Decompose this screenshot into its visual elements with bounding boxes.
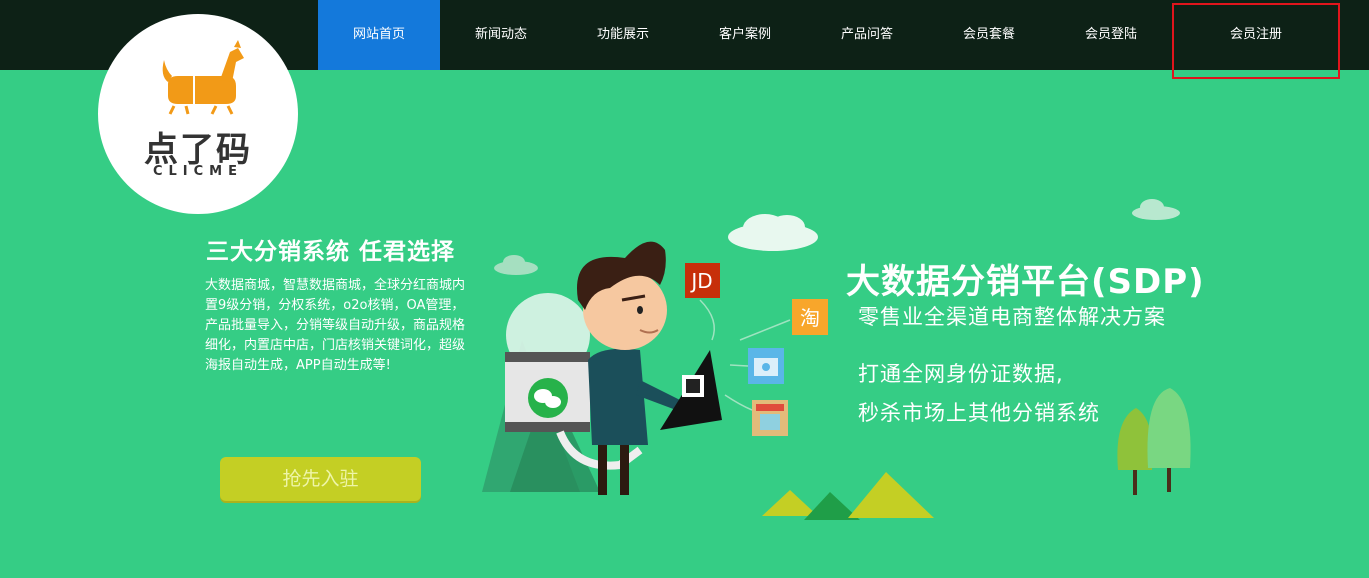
tree-icon — [1117, 388, 1191, 495]
store-icon — [752, 400, 788, 436]
tv-icon — [748, 348, 784, 384]
left-title: 三大分销系统 任君选择 — [206, 239, 456, 265]
svg-text:淘: 淘 — [800, 306, 820, 330]
cloud-icon — [1132, 199, 1180, 220]
right-subtitle: 零售业全渠道电商整体解决方案 — [858, 305, 1166, 329]
mountain-icon — [762, 472, 934, 520]
taobao-icon: 淘 — [792, 299, 828, 335]
cloud-icon — [494, 255, 538, 275]
join-now-button[interactable]: 抢先入驻 — [220, 457, 421, 501]
left-description: 大数据商城，智慧数据商城，全球分红商城内置9级分销，分权系统，o2o核销，OA管… — [205, 278, 466, 373]
svg-text:JD: JD — [689, 269, 712, 293]
cloud-icon — [728, 214, 818, 251]
right-title: 大数据分销平台(SDP) — [846, 262, 1205, 302]
jd-icon: JD — [685, 263, 720, 298]
right-tagline-1: 打通全网身份证数据, — [858, 362, 1064, 386]
right-tagline-2: 秒杀市场上其他分销系统 — [858, 401, 1100, 425]
